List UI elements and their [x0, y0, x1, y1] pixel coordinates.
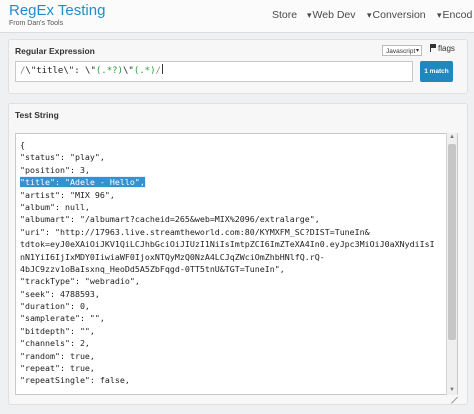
vertical-scrollbar[interactable]: ▲ ▼: [446, 133, 457, 395]
regex-literal: \"title\": \": [25, 66, 96, 76]
nav-encode-label: Encod: [442, 9, 473, 21]
language-select-value: Javascript: [386, 48, 416, 55]
regex-group: (.*?): [95, 66, 123, 76]
matched-line: "title": "Adele - Hello",: [20, 176, 445, 189]
test-string-textarea[interactable]: { "status": "play", "position": 3, "titl…: [15, 133, 458, 395]
nav-store-label: Store: [272, 9, 298, 21]
code-line: {: [20, 140, 25, 150]
code-line: "status": "play",: [20, 152, 105, 163]
match-count-button[interactable]: 1 match: [420, 61, 453, 82]
test-string-section-title: Test String: [15, 110, 59, 120]
nav-encode[interactable]: ▾Encod: [437, 9, 472, 21]
nav-web-dev-label: Web Dev: [312, 9, 356, 21]
code-line: tdtok=eyJ0eXAiOiJKV1QiLCJhbGciOiJIUzI1Ni…: [20, 239, 435, 250]
code-line: "position": 3,: [20, 164, 90, 175]
code-line: "duration": 0,: [20, 301, 90, 312]
resize-handle-icon[interactable]: [450, 397, 458, 405]
code-line: "seek": 4788593,: [20, 288, 100, 299]
text-cursor: [161, 64, 163, 74]
nav-conversion-label: Conversion: [372, 9, 426, 21]
regex-section-title: Regular Expression: [15, 46, 95, 56]
code-line: "repeat": true,: [20, 363, 95, 374]
regex-literal: \": [122, 66, 134, 76]
chevron-down-icon: ▾: [367, 10, 372, 20]
scroll-up-arrow-icon[interactable]: ▲: [447, 133, 457, 142]
code-line: "album": null,: [20, 201, 90, 212]
brand-subtitle: From Dan's Tools: [9, 20, 64, 27]
code-line: 4bJC9zzv1oBaIsxnq_HeoDd5A5ZbFqgd-0TT5tnU…: [20, 263, 285, 274]
code-line: "albumart": "/albumart?cacheid=265&web=M…: [20, 214, 320, 225]
code-line: "channels": 2,: [20, 338, 90, 349]
scroll-down-arrow-icon[interactable]: ▼: [447, 386, 457, 395]
regex-input[interactable]: /\"title\": \"(.*?)\"(.*)/: [15, 61, 413, 82]
flags-button[interactable]: flags: [430, 44, 455, 53]
brand-logo[interactable]: RegEx Testing From Dan's Tools: [9, 2, 106, 28]
chevron-down-icon: ▾: [437, 10, 442, 20]
code-line: "artist": "MIX 96",: [20, 189, 115, 200]
language-select[interactable]: Javascript ▾: [382, 45, 422, 56]
code-line: "random": true,: [20, 350, 95, 361]
chevron-down-icon: ▾: [307, 10, 312, 20]
code-line: nN1YiI6IjIxMDY0IiwiaWF0IjoxNTQyMzQ0NzA4L…: [20, 251, 325, 262]
code-line: "samplerate": "",: [20, 313, 105, 324]
regex-match-highlight: "title": "Adele - Hello",: [20, 176, 146, 189]
code-line: "trackType": "webradio",: [20, 276, 140, 287]
code-line: "repeatSingle": false,: [20, 375, 130, 386]
nav-store[interactable]: Store: [272, 9, 297, 21]
test-string-content: { "status": "play", "position": 3, "titl…: [20, 139, 445, 387]
nav-conversion[interactable]: ▾Conversion: [367, 9, 426, 21]
brand-title: RegEx Testing: [9, 2, 106, 19]
code-line: "uri": "http://17963.live.streamtheworld…: [20, 226, 370, 237]
flags-label: flags: [438, 44, 455, 53]
scrollbar-thumb[interactable]: [448, 144, 456, 340]
regex-group: (.*): [133, 66, 156, 76]
code-line: "bitdepth": "",: [20, 325, 95, 336]
nav-web-dev[interactable]: ▾Web Dev: [307, 9, 356, 21]
top-navigation-bar: RegEx Testing From Dan's Tools Store ▾We…: [0, 0, 474, 33]
flag-icon: [430, 44, 436, 52]
regex-close-delimiter: /: [155, 66, 161, 76]
select-arrow-icon: ▾: [415, 48, 419, 54]
